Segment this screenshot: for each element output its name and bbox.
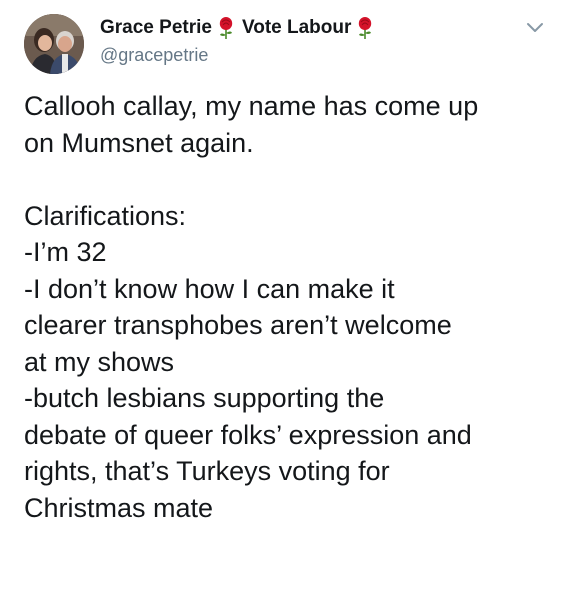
rose-icon (218, 16, 234, 40)
tweet-header: Grace Petrie Vote Labour @gracepetrie (24, 14, 548, 74)
tweet-text-line: -I’m 32 (24, 237, 107, 267)
chevron-down-icon[interactable] (524, 16, 546, 38)
tweet-text-line: on Mumsnet again. (24, 127, 254, 158)
author-names: Grace Petrie Vote Labour @gracepetrie (100, 16, 508, 67)
tweet-text-line: Christmas mate (24, 492, 214, 523)
rose-icon (357, 16, 373, 40)
avatar[interactable] (24, 14, 84, 74)
tweet-text: Callooh callay, my name has come up on M… (24, 88, 552, 526)
tweet-text-line: -butch lesbians supporting the (24, 383, 385, 413)
tweet-text-line: clearer transphobes aren’t welcome (24, 310, 452, 340)
tweet-text-line: debate of queer folks’ expression and (24, 419, 472, 450)
tweet-card: Grace Petrie Vote Labour @gracepetrie Ca… (0, 0, 572, 600)
tweet-text-line: rights, that’s Turkeys voting for (24, 456, 390, 486)
display-name-part1: Grace Petrie (100, 17, 212, 38)
tweet-text-line: Clarifications: (24, 200, 187, 231)
tweet-text-line: Callooh callay, my name has come up (24, 91, 479, 121)
display-name-part2: Vote Labour (241, 17, 352, 38)
tweet-text-line: at my shows (24, 346, 175, 377)
display-name[interactable]: Grace Petrie Vote Labour (100, 16, 508, 40)
user-handle[interactable]: @gracepetrie (100, 43, 508, 67)
tweet-text-line: -I don’t know how I can make it (24, 273, 395, 304)
